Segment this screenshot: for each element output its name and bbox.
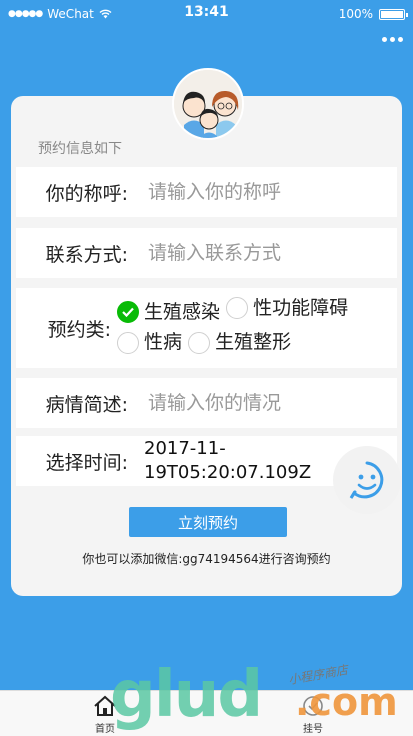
status-bar: ●●●●● WeChat 13:41 100% bbox=[0, 0, 413, 28]
name-label: 你的称呼: bbox=[45, 182, 128, 205]
description-row: 病情简述: bbox=[16, 378, 397, 428]
tab-register-label: 挂号 bbox=[303, 724, 323, 735]
tab-register[interactable]: 挂号 bbox=[283, 695, 343, 735]
type-option-1[interactable]: 性功能障碍 bbox=[226, 294, 348, 323]
checkbox-icon[interactable] bbox=[117, 331, 139, 354]
checkbox-icon[interactable] bbox=[188, 331, 211, 354]
name-input[interactable] bbox=[134, 181, 397, 203]
home-icon bbox=[94, 695, 116, 716]
customer-service-button[interactable] bbox=[333, 446, 401, 514]
checkbox-icon[interactable] bbox=[226, 297, 249, 319]
tab-home[interactable]: 首页 bbox=[75, 695, 135, 735]
tab-bar: 首页 挂号 bbox=[0, 690, 413, 736]
contact-row: 联系方式: bbox=[16, 228, 397, 278]
tab-home-label: 首页 bbox=[95, 724, 115, 735]
chat-smile-icon bbox=[349, 461, 384, 499]
battery-icon bbox=[379, 8, 408, 20]
type-option-2[interactable]: 性病 bbox=[117, 328, 182, 357]
type-option-0[interactable]: 生殖感染 bbox=[117, 298, 220, 327]
battery-fill bbox=[381, 10, 403, 18]
avatar bbox=[172, 68, 244, 140]
time-picker[interactable]: 2017-11-19T05:20:07.109Z bbox=[134, 437, 324, 485]
contact-label: 联系方式: bbox=[45, 243, 128, 266]
type-option-3[interactable]: 生殖整形 bbox=[188, 328, 291, 357]
description-label: 病情简述: bbox=[45, 393, 128, 416]
name-row: 你的称呼: bbox=[16, 167, 397, 217]
wechat-footnote: 你也可以添加微信:gg74194564进行咨询预约 bbox=[82, 552, 331, 566]
appointment-type-row: 预约类: 生殖感染 性功能障碍 性病 生殖整形 bbox=[16, 288, 397, 368]
contact-input[interactable] bbox=[134, 242, 397, 264]
battery-percent: 100% bbox=[338, 7, 373, 21]
submit-button[interactable]: 立刻预约 bbox=[129, 507, 287, 537]
status-right: 100% bbox=[338, 7, 408, 21]
more-menu-icon[interactable] bbox=[382, 37, 403, 42]
register-icon bbox=[303, 696, 323, 716]
section-title: 预约信息如下 bbox=[38, 141, 122, 157]
appointment-type-options: 生殖感染 性功能障碍 性病 生殖整形 bbox=[117, 294, 397, 363]
description-input[interactable] bbox=[134, 392, 397, 414]
checkbox-icon[interactable] bbox=[117, 301, 139, 323]
appointment-type-label: 预约类: bbox=[47, 318, 111, 341]
time-label: 选择时间: bbox=[45, 451, 128, 474]
watermark-script: 小程序商店 bbox=[287, 662, 349, 688]
